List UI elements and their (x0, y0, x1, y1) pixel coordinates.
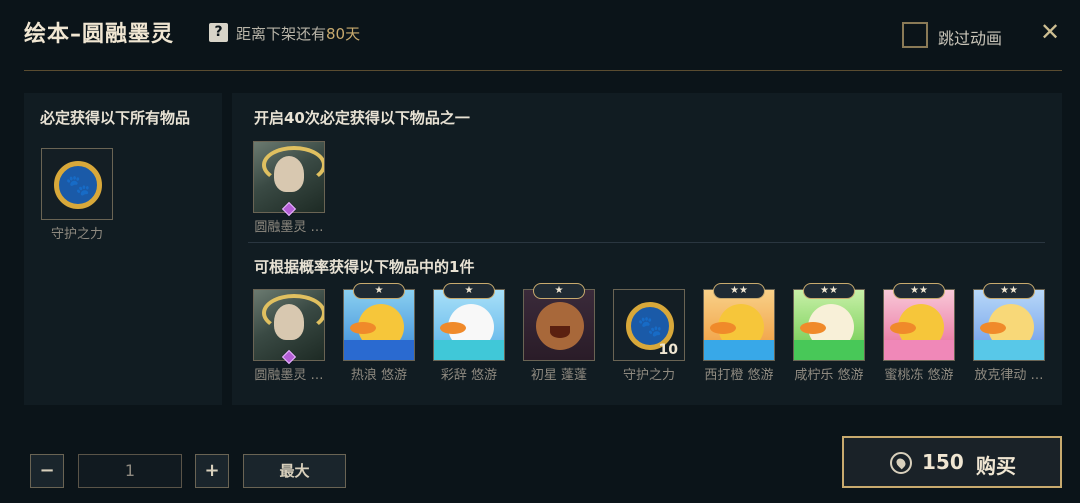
duck-portrait (704, 290, 774, 360)
item-label: 彩辞 悠游 (440, 368, 498, 383)
item-label: 初星 蓬蓬 (530, 368, 588, 383)
item-label: 守护之力 (50, 227, 103, 242)
duck-portrait (344, 290, 414, 360)
star-rating-badge: ★★ (893, 283, 945, 299)
item-label: 圆融墨灵 … (254, 368, 324, 383)
star-rating-badge: ★★ (983, 283, 1035, 299)
page-title: 绘本–圆融墨灵 (24, 22, 175, 47)
milestone-title: 开启40次必定获得以下物品之一 (254, 109, 470, 127)
skip-animation-label[interactable]: 跳过动画 (938, 25, 1002, 49)
item-frame (343, 289, 415, 361)
header: 绘本–圆融墨灵 ? 距离下架还有80天 跳过动画 ✕ (0, 0, 1080, 70)
item-frame (883, 289, 955, 361)
item-frame (523, 289, 595, 361)
paw-emblem-icon: 🐾 (42, 149, 112, 219)
item-frame: 🐾 (41, 148, 113, 220)
star-rating-badge: ★★ (713, 283, 765, 299)
star-rating-badge: ★★ (803, 283, 855, 299)
star-rating-badge: ★ (533, 283, 585, 299)
buy-button[interactable]: 150 购买 (842, 436, 1062, 488)
bear-portrait (524, 290, 594, 360)
countdown-days: 80天 (326, 25, 361, 43)
duck-portrait (434, 290, 504, 360)
guaranteed-panel (24, 93, 222, 405)
skip-animation-checkbox[interactable] (902, 22, 928, 48)
item-frame (793, 289, 865, 361)
item-count: 10 (658, 342, 678, 358)
item-frame (433, 289, 505, 361)
buy-label: 购买 (976, 454, 1016, 478)
item-frame: 🐾 10 (613, 289, 685, 361)
increase-quantity-button[interactable]: + (195, 454, 229, 488)
item-label: 蜜桃冻 悠游 (884, 368, 954, 383)
star-rating-badge: ★ (353, 283, 405, 299)
help-question-icon[interactable]: ? (209, 23, 228, 42)
currency-coin-icon (890, 452, 912, 474)
star-rating-badge: ★ (443, 283, 495, 299)
guaranteed-title: 必定获得以下所有物品 (40, 109, 191, 127)
item-label: 放克律动 … (974, 368, 1044, 383)
quantity-input[interactable]: 1 (78, 454, 182, 488)
item-label: 咸柠乐 悠游 (794, 368, 864, 383)
item-frame (973, 289, 1045, 361)
probability-title: 可根据概率获得以下物品中的1件 (254, 258, 475, 276)
section-divider (248, 242, 1045, 243)
countdown-prefix: 距离下架还有 (236, 25, 327, 43)
item-frame (703, 289, 775, 361)
duck-portrait (974, 290, 1044, 360)
item-label: 热浪 悠游 (350, 368, 408, 383)
close-icon[interactable]: ✕ (1040, 18, 1060, 46)
buy-price: 150 (922, 450, 964, 474)
expiry-countdown: 距离下架还有80天 (236, 23, 360, 44)
duck-portrait (794, 290, 864, 360)
decrease-quantity-button[interactable]: − (30, 454, 64, 488)
item-label: 守护之力 (622, 368, 675, 383)
header-divider (24, 70, 1062, 71)
duck-portrait (884, 290, 954, 360)
max-quantity-button[interactable]: 最大 (243, 454, 346, 488)
item-label: 圆融墨灵 … (254, 220, 324, 235)
item-label: 西打橙 悠游 (704, 368, 774, 383)
